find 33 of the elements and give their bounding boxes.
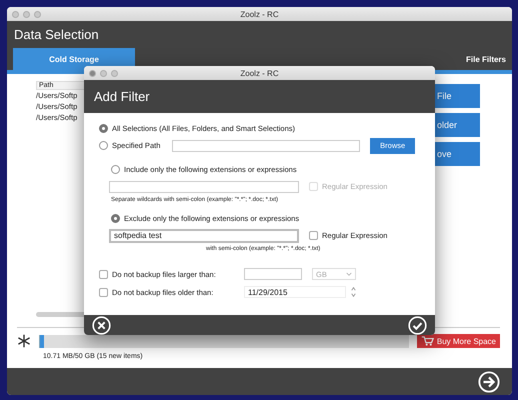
checkbox[interactable]: [99, 270, 108, 278]
close-light-icon[interactable]: [12, 10, 19, 18]
window-title: Zoolz - RC: [240, 10, 279, 18]
checkbox[interactable]: [99, 288, 108, 296]
tab[interactable]: Cold Storage: [13, 48, 135, 70]
radio-button[interactable]: [111, 165, 120, 174]
zoom-light-icon[interactable]: [111, 70, 118, 76]
confirm-icon[interactable]: [408, 316, 427, 334]
action-button[interactable]: older: [435, 113, 480, 137]
action-button[interactable]: ove: [435, 142, 480, 166]
stepper-icon[interactable]: [350, 285, 357, 299]
checkbox[interactable]: [309, 231, 318, 240]
caret-icon: [346, 272, 352, 276]
extensions-field[interactable]: softpedia test: [109, 228, 299, 242]
size-field[interactable]: [244, 268, 302, 280]
date-field[interactable]: 11/29/2015: [244, 286, 346, 298]
buy-button[interactable]: Buy More Space: [416, 334, 500, 348]
radio-button[interactable]: [111, 214, 120, 223]
zoom-light-icon[interactable]: [34, 10, 41, 18]
page-heading: Data Selection: [13, 26, 99, 42]
cancel-icon[interactable]: [92, 316, 111, 334]
window-title: Zoolz - RC: [240, 68, 279, 78]
radio-button[interactable]: [99, 124, 108, 133]
minimize-light-icon[interactable]: [100, 70, 107, 76]
cart-icon: [420, 336, 434, 346]
extensions-field[interactable]: [109, 180, 299, 192]
close-light-icon[interactable]: [89, 70, 96, 76]
path-field[interactable]: [172, 140, 360, 152]
radio-button[interactable]: [99, 141, 108, 150]
action-button[interactable]: File: [435, 84, 480, 108]
tab[interactable]: File Filters: [460, 48, 512, 70]
minimize-light-icon[interactable]: [23, 10, 30, 18]
dialog-heading: Add Filter: [94, 89, 150, 104]
